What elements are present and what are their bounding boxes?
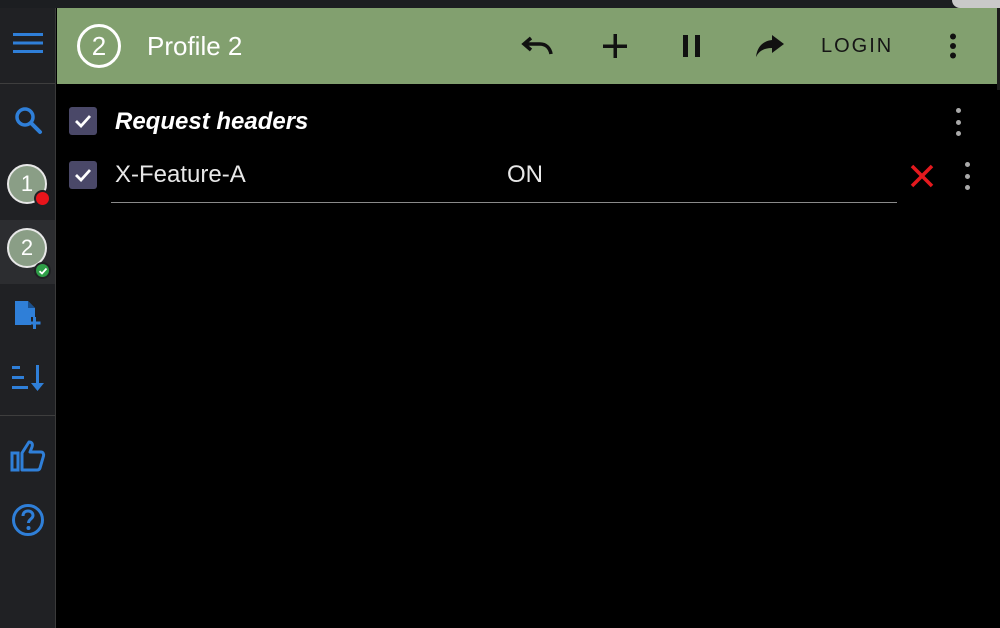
status-badge-active (34, 262, 51, 279)
row-more-icon[interactable] (962, 162, 972, 190)
pause-icon[interactable] (676, 30, 708, 62)
sort-icon[interactable] (0, 352, 55, 404)
profile-1-button[interactable]: 1 (0, 156, 55, 220)
header-enabled-checkbox[interactable] (69, 161, 97, 189)
add-document-icon[interactable] (0, 290, 55, 342)
page-title[interactable]: Profile 2 (147, 30, 242, 62)
request-headers-section: Request headers (57, 107, 997, 139)
more-vert-icon[interactable] (937, 30, 969, 62)
section-checkbox[interactable] (69, 107, 97, 135)
delete-icon[interactable] (908, 162, 936, 190)
profile-2-button[interactable]: 2 (0, 220, 55, 284)
field-underline (111, 202, 897, 203)
hamburger-icon[interactable] (0, 18, 55, 68)
plus-icon[interactable] (599, 30, 631, 62)
check-icon (38, 267, 47, 275)
profile-number-badge: 2 (77, 24, 121, 68)
header-name-field[interactable]: X-Feature-A (115, 160, 246, 190)
login-button[interactable]: LOGIN (821, 34, 893, 58)
browser-top-strip (0, 0, 1000, 8)
header-value-field[interactable]: ON (507, 160, 543, 190)
help-icon[interactable] (0, 494, 55, 546)
redo-icon[interactable] (754, 30, 786, 62)
section-more-icon[interactable] (953, 108, 963, 136)
check-icon (75, 169, 92, 182)
status-badge-error (34, 190, 51, 207)
header-row: X-Feature-A ON (57, 160, 997, 206)
search-icon[interactable] (0, 94, 55, 146)
undo-icon[interactable] (521, 30, 553, 62)
profile-header: 2 Profile 2 LOGIN (57, 8, 997, 84)
sidebar: 1 2 (0, 8, 56, 628)
check-icon (75, 115, 92, 128)
thumbs-up-icon[interactable] (0, 430, 55, 482)
section-title: Request headers (115, 108, 309, 135)
